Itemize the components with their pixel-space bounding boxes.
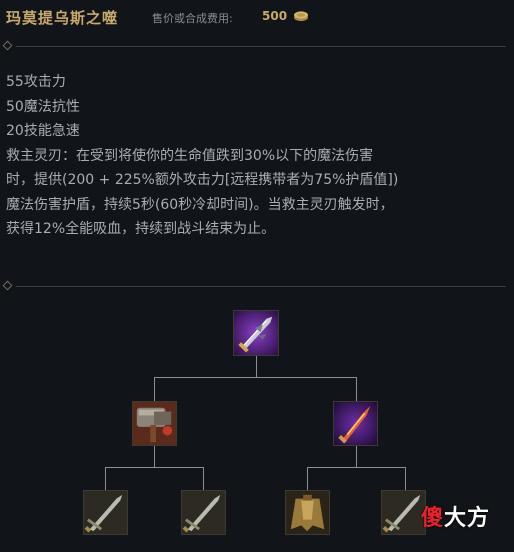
passive-line: 时，提供(200 + 225%额外攻击力[远程携带者为75%护盾值]) [6, 172, 399, 188]
cauldron-hammer-icon[interactable] [132, 401, 177, 446]
divider-top [2, 40, 506, 51]
item-description: 55攻击力 50魔法抗性 20技能急速 救主灵刃：在受到将使你的生命值跌到30%… [6, 70, 506, 242]
price-value: 500 [262, 9, 288, 23]
divider-bottom [2, 280, 506, 291]
long-sword-icon[interactable] [381, 490, 426, 535]
long-sword-icon[interactable] [181, 490, 226, 535]
stat-line: 20技能急速 [6, 123, 80, 139]
divider-diamond-icon [2, 40, 13, 51]
passive-line: 魔法伤害护盾，持续5秒(60秒冷却时间)。当救主灵刃触发时， [6, 196, 394, 213]
gold-coins-icon [294, 11, 308, 22]
divider-diamond-icon [2, 280, 13, 291]
passive-line: 获得12%全能吸血，持续到战斗结束为止。 [6, 221, 276, 237]
long-sword-icon[interactable] [83, 490, 128, 535]
watermark-logo: 傻大方 [421, 506, 491, 531]
maw-of-malmortius-icon[interactable] [233, 310, 279, 356]
item-header: 玛莫提乌斯之噬 售价或合成费用: 500 [0, 0, 514, 34]
item-title: 玛莫提乌斯之噬 [6, 9, 119, 27]
stat-line: 50魔法抗性 [6, 98, 80, 115]
null-magic-mantle-icon[interactable] [285, 490, 330, 535]
stat-line: 55攻击力 [6, 74, 66, 90]
price-label: 售价或合成费用: [152, 12, 233, 25]
passive-line: 救主灵刃：在受到将使你的生命值跌到30%以下的魔法伤害 [6, 147, 374, 164]
flame-dagger-icon[interactable] [333, 401, 378, 446]
